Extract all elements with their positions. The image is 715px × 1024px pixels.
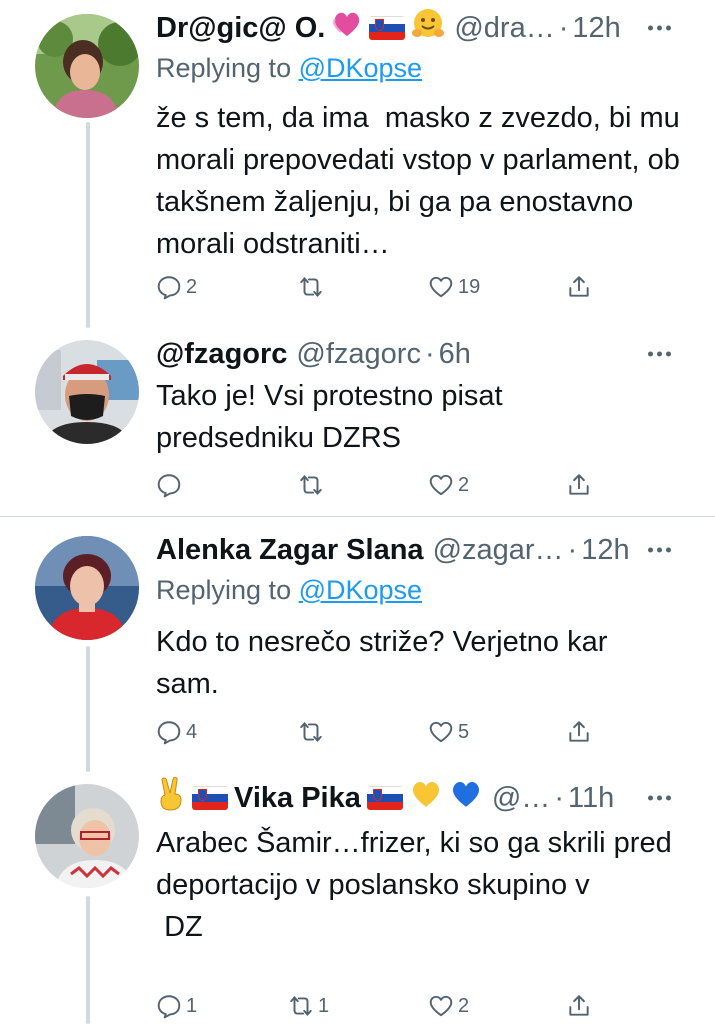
retweet-count: 1 — [318, 994, 330, 1017]
retweet-icon — [300, 722, 322, 742]
handle[interactable]: @… — [492, 782, 550, 815]
reply-button[interactable] — [156, 465, 186, 505]
replying-to: Replying to @DKopse — [156, 575, 422, 606]
share-button[interactable] — [566, 986, 592, 1024]
tweet-header: @fzagorc @fzagorc · 6h — [156, 334, 695, 374]
separator-dot: · — [424, 337, 435, 370]
handle[interactable]: @dra… — [454, 12, 554, 45]
avatar-photo — [35, 14, 139, 118]
tweet-header: Alenka Zagar Slana @zagar… · 12h — [156, 530, 695, 570]
tweet-text: Kdo to nesrečo striže? Verjetno kar sam. — [156, 626, 616, 700]
slovenia-flag-icon — [366, 786, 403, 810]
share-button[interactable] — [566, 465, 592, 505]
reply-count: 4 — [186, 720, 198, 743]
handle[interactable]: @zagar… — [433, 534, 564, 567]
action-bar: 2 19 — [156, 267, 606, 307]
separator-dot: · — [567, 533, 578, 566]
like-button[interactable]: 2 — [428, 986, 469, 1024]
reply-button[interactable]: 2 — [156, 267, 197, 307]
retweet-button[interactable] — [298, 712, 328, 752]
like-button[interactable]: 5 — [428, 712, 469, 752]
separator-dot: · — [558, 11, 569, 44]
avatar-photo — [35, 784, 139, 888]
reply-button[interactable]: 4 — [156, 712, 197, 752]
like-button[interactable]: 19 — [428, 267, 480, 307]
share-icon — [569, 721, 589, 742]
display-name[interactable]: Alenka Zagar Slana — [156, 534, 424, 567]
replying-prefix: Replying to — [156, 575, 299, 605]
retweet-button[interactable]: 1 — [288, 986, 329, 1024]
tweet[interactable]: Alenka Zagar Slana @zagar… · 12h Replyin… — [0, 517, 715, 772]
yellow-heart-emoji — [409, 779, 443, 817]
action-bar: 4 5 — [156, 712, 606, 752]
timestamp[interactable]: 6h — [439, 338, 471, 371]
tweet-header: Vika Pika @… · 11h — [156, 776, 695, 819]
share-button[interactable] — [566, 267, 592, 307]
like-count: 5 — [458, 720, 470, 743]
heart-icon — [429, 995, 453, 1017]
timestamp[interactable]: 12h — [572, 12, 620, 45]
victory-hand-emoji — [156, 776, 186, 819]
avatar[interactable] — [35, 784, 139, 888]
blue-heart-emoji — [449, 779, 483, 817]
avatar-photo — [35, 340, 139, 444]
action-bar: 2 — [156, 465, 606, 505]
like-count: 19 — [458, 275, 481, 298]
share-icon — [569, 995, 589, 1016]
tweet[interactable]: @fzagorc @fzagorc · 6h Tako je! Vsi prot… — [0, 330, 715, 516]
slovenia-flag-icon — [192, 786, 228, 810]
replying-to: Replying to @DKopse — [156, 53, 422, 84]
like-button[interactable]: 2 — [428, 465, 469, 505]
reply-count: 1 — [186, 994, 198, 1017]
replying-prefix: Replying to — [156, 53, 299, 83]
reply-icon — [157, 474, 181, 498]
retweet-icon — [290, 996, 312, 1016]
timestamp[interactable]: 11h — [568, 782, 614, 815]
retweet-button[interactable] — [298, 267, 328, 307]
avatar[interactable] — [35, 340, 139, 444]
avatar-photo — [35, 536, 139, 640]
retweet-icon — [300, 277, 322, 297]
share-icon — [569, 474, 589, 495]
separator-dot: · — [554, 781, 564, 814]
like-count: 2 — [458, 994, 470, 1017]
tweet-text: Tako je! Vsi protestno pisat predsedniku… — [156, 380, 503, 454]
share-icon — [569, 276, 589, 297]
reply-icon — [157, 995, 181, 1019]
share-button[interactable] — [566, 712, 592, 752]
display-name[interactable]: Vika Pika — [234, 782, 361, 815]
avatar[interactable] — [35, 536, 139, 640]
heart-icon — [429, 276, 453, 298]
tweet-text: Arabec Šamir…frizer, ki so ga skrili pre… — [156, 827, 672, 943]
like-count: 2 — [458, 473, 470, 496]
display-name[interactable]: @fzagorc — [156, 338, 287, 371]
heart-emoji — [331, 10, 363, 46]
avatar[interactable] — [35, 14, 139, 118]
tweet-header: Dr@gic@ O. @dra… · 12h — [156, 8, 695, 48]
reply-icon — [157, 721, 181, 745]
display-name[interactable]: Dr@gic@ O. — [156, 12, 325, 45]
slovenia-flag-icon — [369, 16, 406, 40]
more-options-icon[interactable] — [648, 547, 671, 553]
handle[interactable]: @fzagorc — [296, 338, 421, 371]
heart-icon — [429, 474, 453, 496]
reply-icon — [157, 276, 181, 300]
tweet[interactable]: Dr@gic@ O. @dra… · 12h Replying to @DKop… — [0, 0, 715, 330]
heart-icon — [429, 721, 453, 743]
reply-count: 2 — [186, 275, 198, 298]
replying-to-link[interactable]: @DKopse — [299, 575, 422, 605]
tweet-text: že s tem, da ima masko z zvezdo, bi mu m… — [156, 102, 688, 260]
more-options-icon[interactable] — [648, 25, 671, 31]
replying-to-link[interactable]: @DKopse — [299, 53, 422, 83]
tweet[interactable]: Vika Pika @… · 11h Arabec Šamir…frizer, … — [0, 772, 715, 1024]
hug-emoji — [411, 8, 445, 48]
timestamp[interactable]: 12h — [581, 534, 629, 567]
action-bar: 1 1 2 — [156, 986, 606, 1024]
retweet-icon — [300, 475, 322, 495]
more-options-icon[interactable] — [648, 795, 671, 801]
retweet-button[interactable] — [298, 465, 328, 505]
reply-button[interactable]: 1 — [156, 986, 197, 1024]
more-options-icon[interactable] — [648, 351, 671, 357]
